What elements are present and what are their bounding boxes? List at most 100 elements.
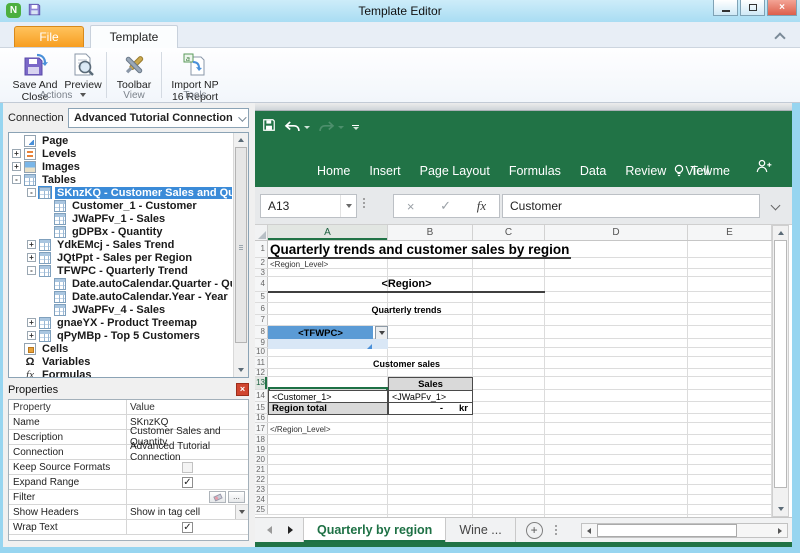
excel-menu-review[interactable]: Review <box>625 164 666 178</box>
row-header-9[interactable]: 9 <box>255 339 268 347</box>
vertical-scrollbar[interactable] <box>772 225 789 517</box>
name-box[interactable]: A13 <box>260 194 357 218</box>
checkbox-unchecked-icon[interactable] <box>182 461 193 473</box>
row-header-10[interactable]: 10 <box>255 348 268 356</box>
grid-cell[interactable]: - kr <box>388 402 473 415</box>
properties-close-icon[interactable]: × <box>236 383 249 396</box>
grid-cell[interactable]: <TFWPC> <box>268 326 388 340</box>
scroll-down-icon[interactable] <box>234 363 248 377</box>
row-header-24[interactable]: 24 <box>255 495 268 504</box>
checkbox-checked-icon[interactable]: ✓ <box>182 521 193 533</box>
tree-item[interactable]: - Tables <box>9 173 232 186</box>
property-value[interactable]: Show in tag cell <box>127 505 248 519</box>
excel-menu-home[interactable]: Home <box>317 164 350 178</box>
row-header-3[interactable]: 3 <box>255 268 268 276</box>
tree-item[interactable]: fx Formulas <box>9 368 232 378</box>
undo-button[interactable] <box>284 121 310 134</box>
tree-item[interactable]: + gnaeYX - Product Treemap <box>9 316 232 329</box>
column-header-e[interactable]: E <box>688 225 772 240</box>
grid-cell[interactable] <box>268 339 388 349</box>
excel-menu-formulas[interactable]: Formulas <box>509 164 561 178</box>
tree-item[interactable]: gDPBx - Quantity <box>9 225 232 238</box>
property-value[interactable] <box>127 460 248 474</box>
select-all-corner[interactable] <box>255 225 268 240</box>
tab-bar-splitter[interactable] <box>554 525 557 535</box>
row-header-18[interactable]: 18 <box>255 435 268 444</box>
filter-clear-button[interactable] <box>209 491 226 503</box>
row-header-25[interactable]: 25 <box>255 505 268 514</box>
expand-icon[interactable]: + <box>27 318 36 327</box>
undo-dropdown-icon[interactable] <box>304 126 310 129</box>
column-header-a[interactable]: A <box>268 225 388 240</box>
tree-scrollbar-thumb[interactable] <box>235 147 247 343</box>
horizontal-scrollbar[interactable] <box>581 523 788 538</box>
row-header-1[interactable]: 1 <box>255 241 268 257</box>
property-value[interactable]: Advanced Tutorial Connection <box>127 441 248 463</box>
row-header-15[interactable]: 15 <box>255 402 268 413</box>
excel-menu-page-layout[interactable]: Page Layout <box>420 164 490 178</box>
next-sheet-icon[interactable] <box>288 526 293 534</box>
row-header-14[interactable]: 14 <box>255 390 268 401</box>
row-header-17[interactable]: 17 <box>255 423 268 434</box>
row-header-16[interactable]: 16 <box>255 414 268 422</box>
tree-item[interactable]: Date.autoCalendar.Quarter - Quarter <box>9 277 232 290</box>
property-value[interactable]: ✓ <box>127 475 248 489</box>
grid-cell[interactable]: Sales <box>388 377 473 391</box>
horizontal-scrollbar-thumb[interactable] <box>597 524 737 537</box>
tree-item[interactable]: Page <box>9 134 232 147</box>
row-header-19[interactable]: 19 <box>255 445 268 454</box>
formula-input[interactable]: Customer <box>502 194 760 218</box>
row-header-8[interactable]: 8 <box>255 326 268 338</box>
grid-cell[interactable]: Quarterly trends and customer sales by r… <box>268 241 571 259</box>
tree-scrollbar[interactable] <box>233 133 248 377</box>
grid-cell[interactable]: <Region> <box>268 277 545 293</box>
tab-template[interactable]: Template <box>90 25 178 48</box>
expand-formula-bar-icon[interactable] <box>770 200 781 211</box>
spreadsheet-grid[interactable]: 1 2 3 4 5 6 7 8 9 10 11 12 13 14 15 16 17 18 19 20 21 22 23 24 2… <box>255 241 772 517</box>
excel-menu-insert[interactable]: Insert <box>369 164 400 178</box>
tree-item[interactable]: + Images <box>9 160 232 173</box>
scroll-down-icon[interactable] <box>773 502 788 516</box>
close-button[interactable]: × <box>767 0 797 16</box>
grid-cell[interactable]: <Region_Level> <box>268 258 388 270</box>
expand-icon[interactable]: + <box>12 149 21 158</box>
tree-item[interactable]: - SKnzKQ - Customer Sales and Quantity <box>9 186 232 199</box>
share-person-icon[interactable] <box>755 159 772 179</box>
row-header-4[interactable]: 4 <box>255 277 268 291</box>
expand-icon[interactable]: + <box>27 331 36 340</box>
expand-icon[interactable]: + <box>27 240 36 249</box>
row-header-13[interactable]: 13 <box>255 377 268 389</box>
row-header-21[interactable]: 21 <box>255 465 268 474</box>
grid-cell[interactable]: Quarterly trends <box>268 303 545 316</box>
row-header-23[interactable]: 23 <box>255 485 268 494</box>
scroll-up-icon[interactable] <box>773 226 788 240</box>
tree-item[interactable]: Ω Variables <box>9 355 232 368</box>
row-header-11[interactable]: 11 <box>255 357 268 368</box>
column-header-b[interactable]: B <box>388 225 473 240</box>
scroll-right-icon[interactable] <box>773 524 787 537</box>
row-header-2[interactable]: 2 <box>255 258 268 268</box>
tree-item[interactable]: + JQtPpt - Sales per Region <box>9 251 232 264</box>
tab-file[interactable]: File <box>14 26 84 47</box>
previous-sheet-icon[interactable] <box>267 526 272 534</box>
row-header-5[interactable]: 5 <box>255 292 268 302</box>
toolbar-button[interactable]: Toolbar <box>111 51 157 91</box>
insert-function-icon[interactable]: fx <box>477 198 486 214</box>
grid-cell[interactable]: </Region_Level> <box>268 423 388 436</box>
tree-item[interactable]: - TFWPC - Quarterly Trend <box>9 264 232 277</box>
collapse-icon[interactable]: - <box>27 266 36 275</box>
vertical-scrollbar-thumb[interactable] <box>774 240 787 488</box>
row-header-6[interactable]: 6 <box>255 303 268 314</box>
cancel-entry-icon[interactable]: × <box>407 199 415 214</box>
show-headers-dropdown-icon[interactable] <box>235 505 248 519</box>
tree-item[interactable]: JWaPFv_1 - Sales <box>9 212 232 225</box>
new-sheet-button[interactable]: + <box>525 521 543 539</box>
tfwpc-tag-cell[interactable]: <TFWPC> <box>268 326 373 340</box>
tree-item[interactable]: + qPyMBp - Top 5 Customers <box>9 329 232 342</box>
grid-cell[interactable]: Customer sales <box>268 357 545 370</box>
expand-icon[interactable]: + <box>27 253 36 262</box>
checkbox-checked-icon[interactable]: ✓ <box>182 476 193 488</box>
column-header-d[interactable]: D <box>545 225 688 240</box>
minimize-button[interactable] <box>713 0 738 16</box>
collapse-icon[interactable]: - <box>12 175 21 184</box>
